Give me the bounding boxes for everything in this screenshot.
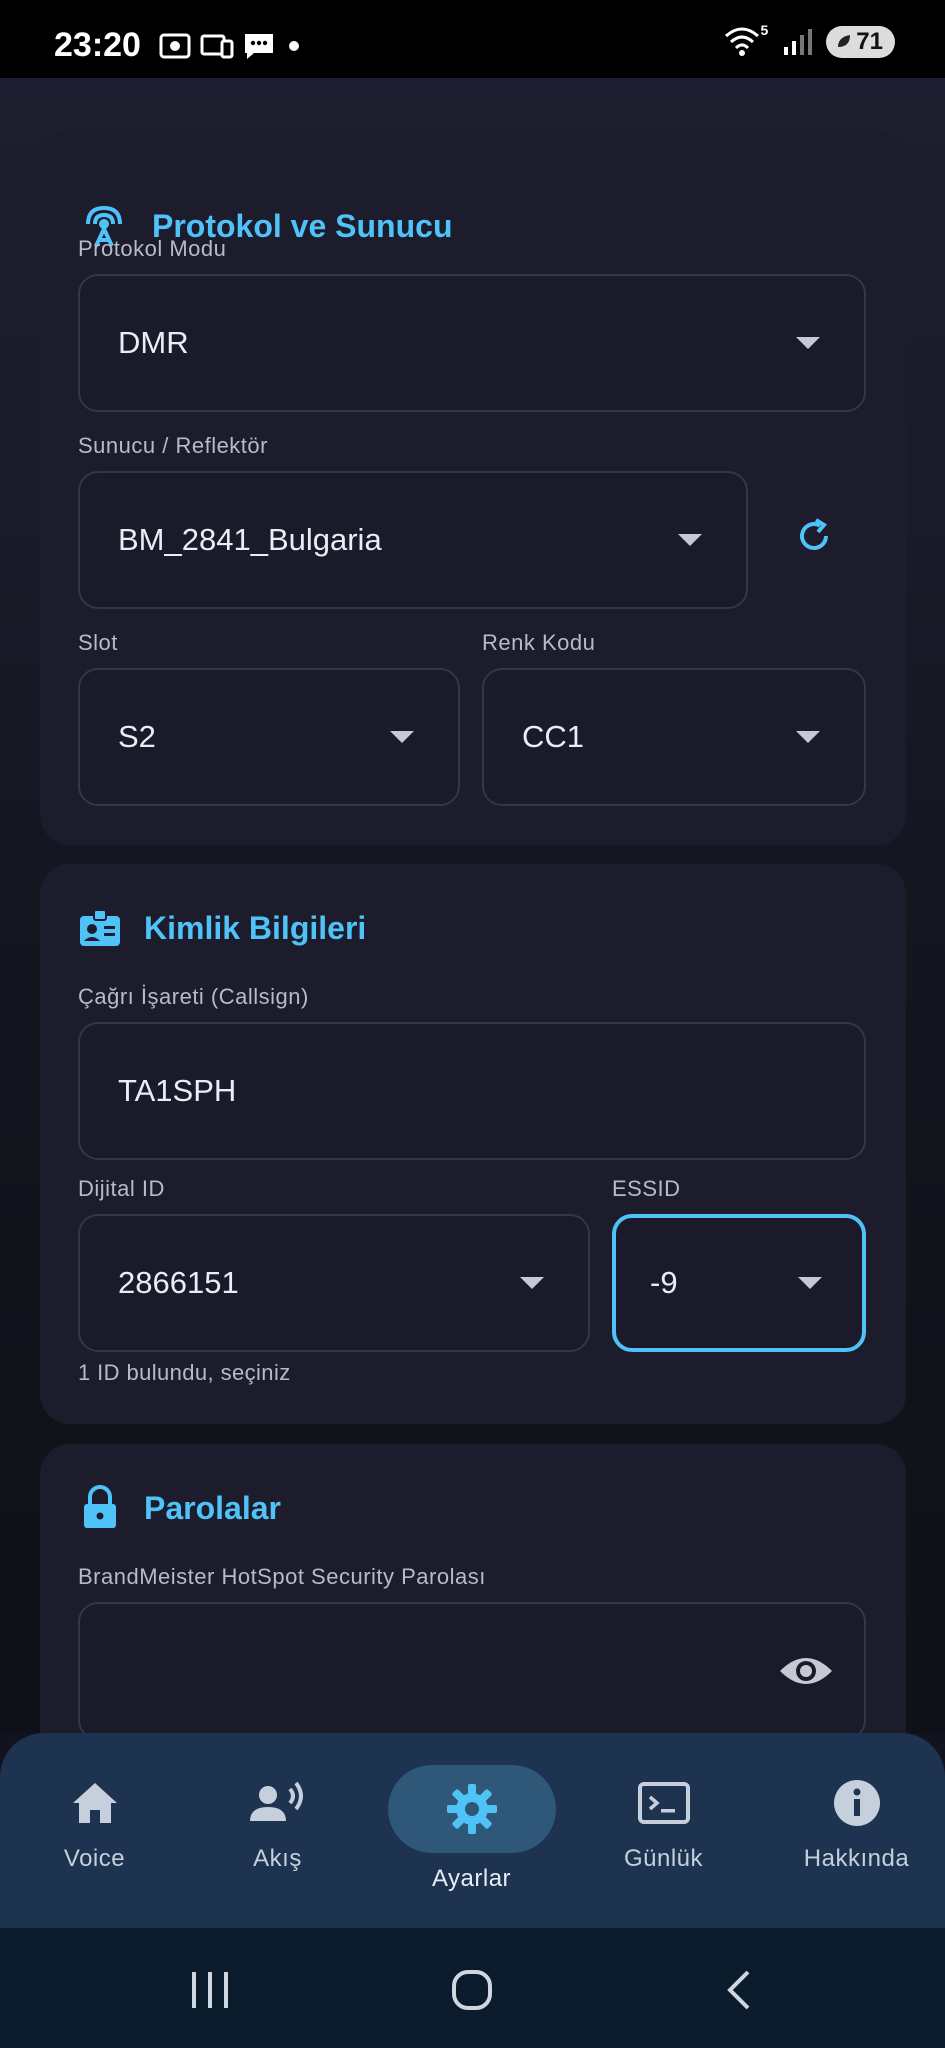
- nav-gunluk[interactable]: Günlük: [569, 1733, 758, 1928]
- color-code-label: Renk Kodu: [482, 630, 596, 655]
- identity-card-title-text: Kimlik Bilgileri: [144, 909, 367, 946]
- screenshot-icon: [159, 33, 191, 59]
- home-icon: [72, 1783, 117, 1823]
- signal-icon: [784, 29, 813, 55]
- chevron-down-icon: [796, 731, 820, 743]
- protocol-mode-label: Protokol Modu: [78, 236, 227, 261]
- recent-apps-icon[interactable]: [188, 1970, 232, 2010]
- nav-ayarlar-label: Ayarlar: [431, 1865, 512, 1892]
- home-button-icon[interactable]: [450, 1968, 494, 2012]
- bm-password-input[interactable]: [78, 1602, 866, 1733]
- nav-akis[interactable]: Akış: [183, 1733, 372, 1928]
- clock: 23:20: [54, 26, 141, 64]
- status-bar: 23:20 5 71: [0, 0, 945, 78]
- color-code-value: CC1: [522, 719, 585, 754]
- battery-indicator: 71: [826, 26, 895, 58]
- nav-ayarlar[interactable]: Ayarlar: [377, 1733, 566, 1928]
- terminal-icon: [637, 1782, 690, 1824]
- nav-gunluk-label: Günlük: [623, 1845, 704, 1872]
- protocol-mode-value: DMR: [118, 325, 189, 360]
- refresh-icon[interactable]: [790, 512, 838, 560]
- server-dropdown[interactable]: BM_2841_Bulgaria: [78, 471, 748, 609]
- identity-card-title: Kimlik Bilgileri: [78, 906, 366, 950]
- nav-hakkinda[interactable]: Hakkında: [762, 1733, 945, 1928]
- eye-icon[interactable]: [778, 1651, 834, 1691]
- essid-dropdown[interactable]: -9: [612, 1214, 866, 1352]
- callsign-input[interactable]: TA1SPH: [78, 1022, 866, 1160]
- message-icon: [245, 34, 273, 59]
- settings-content[interactable]: Protokol ve Sunucu Protokol Modu DMR Sun…: [0, 78, 945, 1733]
- nav-akis-icon-wrap: [194, 1779, 362, 1827]
- callsign-value: TA1SPH: [118, 1073, 237, 1108]
- system-navigation-bar: [0, 1928, 945, 2048]
- battery-saver-icon: [838, 35, 851, 47]
- essid-label: ESSID: [612, 1176, 681, 1201]
- chevron-down-icon: [390, 731, 414, 743]
- chevron-down-icon: [798, 1277, 822, 1289]
- dot-icon: [289, 41, 299, 51]
- server-label: Sunucu / Reflektör: [78, 433, 268, 458]
- digital-id-label: Dijital ID: [78, 1176, 165, 1201]
- id-badge-icon: [80, 909, 120, 946]
- slot-dropdown[interactable]: S2: [78, 668, 460, 806]
- nav-voice-label: Voice: [63, 1845, 126, 1872]
- back-icon[interactable]: [720, 1968, 760, 2012]
- nav-gunluk-icon-wrap: [580, 1779, 748, 1827]
- voice-user-icon: [249, 1781, 303, 1821]
- identity-card: Kimlik Bilgileri Çağrı İşareti (Callsign…: [40, 864, 906, 1424]
- battery-level: 71: [856, 28, 883, 55]
- passwords-card: Parolalar BrandMeister HotSpot Security …: [40, 1444, 906, 1733]
- slot-value: S2: [118, 719, 156, 754]
- slot-label: Slot: [78, 630, 118, 655]
- lock-icon: [84, 1485, 116, 1528]
- nav-voice-icon-wrap: [11, 1779, 179, 1827]
- bm-password-label: BrandMeister HotSpot Security Parolası: [78, 1564, 486, 1589]
- wifi-icon: [725, 27, 760, 56]
- chevron-down-icon: [678, 534, 702, 546]
- color-code-dropdown[interactable]: CC1: [482, 668, 866, 806]
- essid-value: -9: [650, 1265, 678, 1300]
- server-value: BM_2841_Bulgaria: [118, 522, 382, 557]
- passwords-card-title: Parolalar: [78, 1484, 281, 1532]
- devices-icon: [200, 34, 234, 59]
- info-icon: [833, 1780, 880, 1826]
- callsign-label: Çağrı İşareti (Callsign): [78, 984, 309, 1009]
- chevron-down-icon: [520, 1277, 544, 1289]
- gear-icon: [446, 1784, 497, 1834]
- nav-akis-label: Akış: [253, 1845, 302, 1872]
- nav-hakkinda-icon-wrap: [773, 1779, 941, 1827]
- digital-id-helper-text: 1 ID bulundu, seçiniz: [78, 1360, 291, 1385]
- digital-id-value: 2866151: [118, 1265, 239, 1300]
- passwords-card-title-text: Parolalar: [144, 1489, 281, 1526]
- notification-icons: [158, 30, 304, 62]
- nav-voice[interactable]: Voice: [0, 1733, 189, 1928]
- wifi-band-label: 5: [760, 22, 769, 38]
- chevron-down-icon: [796, 337, 820, 349]
- bottom-navigation: Voice Akış Ayarlar Günlük Hakkında: [0, 1733, 945, 1928]
- protocol-mode-dropdown[interactable]: DMR: [78, 274, 866, 412]
- nav-hakkinda-label: Hakkında: [803, 1845, 910, 1872]
- nav-ayarlar-icon-wrap: [387, 1765, 556, 1853]
- digital-id-dropdown[interactable]: 2866151: [78, 1214, 590, 1352]
- wifi-indicator: 5: [724, 22, 768, 58]
- protocol-server-card: Protokol ve Sunucu Protokol Modu DMR Sun…: [40, 130, 906, 845]
